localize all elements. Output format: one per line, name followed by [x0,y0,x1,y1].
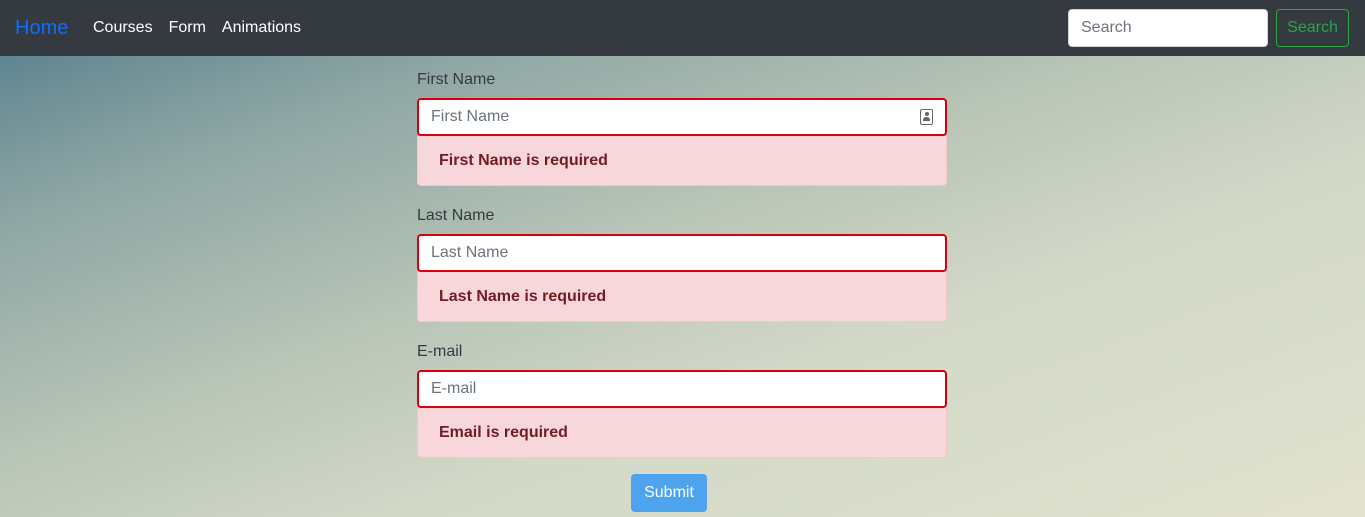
nav-links: Courses Form Animations [93,18,301,38]
nav-link-animations[interactable]: Animations [222,18,301,38]
navbar: Home Courses Form Animations Search [0,0,1365,56]
submit-button[interactable]: Submit [631,474,707,512]
first-name-error: First Name is required [417,136,947,186]
nav-link-courses[interactable]: Courses [93,18,153,38]
search-input[interactable] [1068,9,1268,47]
first-name-input[interactable] [417,98,947,136]
email-input[interactable] [417,370,947,408]
brand-home-link[interactable]: Home [15,16,68,40]
search-button[interactable]: Search [1276,9,1349,47]
nav-link-form[interactable]: Form [169,18,206,38]
last-name-label: Last Name [417,207,495,224]
email-label: E-mail [417,343,463,360]
email-error: Email is required [417,408,947,458]
last-name-error: Last Name is required [417,272,947,322]
last-name-input[interactable] [417,234,947,272]
contact-card-icon[interactable] [920,109,933,125]
first-name-label: First Name [417,71,496,88]
